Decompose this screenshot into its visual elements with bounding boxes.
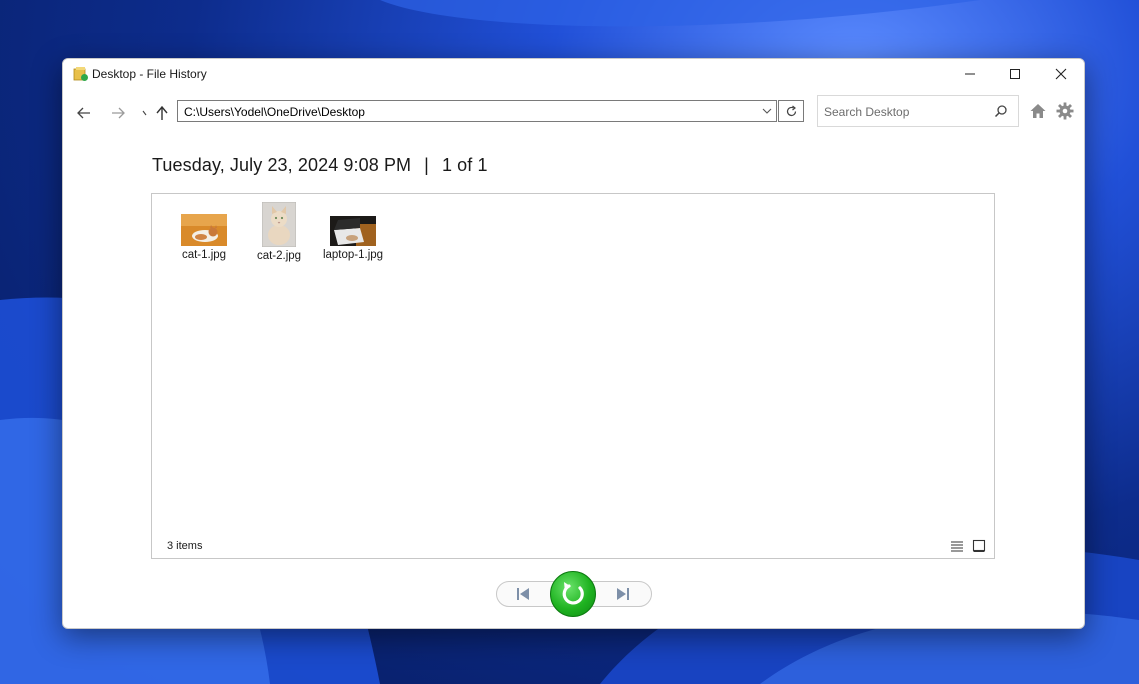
- cat-photo-thumbnail-icon: [262, 202, 296, 247]
- file-item[interactable]: cat-2.jpg: [244, 202, 314, 263]
- search-input[interactable]: Search Desktop: [824, 105, 909, 119]
- close-button[interactable]: [1038, 59, 1084, 89]
- home-icon[interactable]: [1029, 102, 1047, 120]
- item-count: 3 items: [167, 540, 203, 552]
- chevron-down-icon: [142, 110, 147, 116]
- laptop-photo-thumbnail-icon: [330, 216, 376, 246]
- back-arrow-icon: [77, 107, 90, 119]
- address-text: C:\Users\Yodel\OneDrive\Desktop: [184, 105, 365, 119]
- maximize-icon: [1010, 69, 1020, 79]
- title-bar[interactable]: Desktop - File History: [63, 59, 1084, 89]
- address-bar[interactable]: C:\Users\Yodel\OneDrive\Desktop: [177, 100, 777, 122]
- backup-header: Tuesday, July 23, 2024 9:08 PM | 1 of 1: [152, 155, 488, 176]
- skip-next-icon: [617, 588, 629, 600]
- maximize-button[interactable]: [992, 59, 1038, 89]
- search-icon[interactable]: [994, 104, 1008, 118]
- previous-version-button[interactable]: [513, 586, 533, 602]
- file-name: laptop-1.jpg: [322, 249, 384, 261]
- backup-timestamp: Tuesday, July 23, 2024 9:08 PM: [152, 155, 412, 175]
- backup-position: 1 of 1: [441, 155, 488, 175]
- window-title: Desktop - File History: [92, 67, 207, 81]
- search-box[interactable]: Search Desktop: [817, 95, 1019, 127]
- address-dropdown-icon[interactable]: [760, 104, 774, 118]
- refresh-button[interactable]: [778, 100, 804, 122]
- close-icon: [1055, 68, 1067, 80]
- details-view-icon[interactable]: [950, 540, 964, 552]
- forward-arrow-icon: [112, 107, 125, 119]
- skip-previous-icon: [517, 588, 529, 600]
- cat-photo-thumbnail-icon: [181, 214, 227, 246]
- large-icons-view-icon[interactable]: [972, 539, 986, 553]
- refresh-icon: [786, 105, 796, 116]
- forward-button[interactable]: [108, 103, 128, 123]
- back-button[interactable]: [74, 103, 94, 123]
- minimize-icon: [965, 73, 975, 75]
- restore-icon: [562, 582, 584, 605]
- file-history-window: Desktop - File History C:\Users\Yodel\On…: [62, 58, 1085, 629]
- file-item[interactable]: laptop-1.jpg: [318, 216, 388, 262]
- file-name: cat-2.jpg: [256, 250, 302, 262]
- next-version-button[interactable]: [613, 586, 633, 602]
- up-button[interactable]: [152, 103, 172, 123]
- files-panel: cat-1.jpg cat-2.jpg laptop-1.jpg 3 items: [151, 193, 995, 559]
- gear-icon[interactable]: [1056, 102, 1074, 120]
- recent-locations-button[interactable]: [139, 103, 151, 123]
- file-item[interactable]: cat-1.jpg: [169, 214, 239, 262]
- minimize-button[interactable]: [947, 59, 993, 89]
- up-arrow-icon: [156, 105, 168, 120]
- file-name: cat-1.jpg: [181, 249, 227, 261]
- header-separator: |: [424, 155, 429, 175]
- restore-button[interactable]: [550, 571, 596, 617]
- file-history-icon: [73, 67, 88, 81]
